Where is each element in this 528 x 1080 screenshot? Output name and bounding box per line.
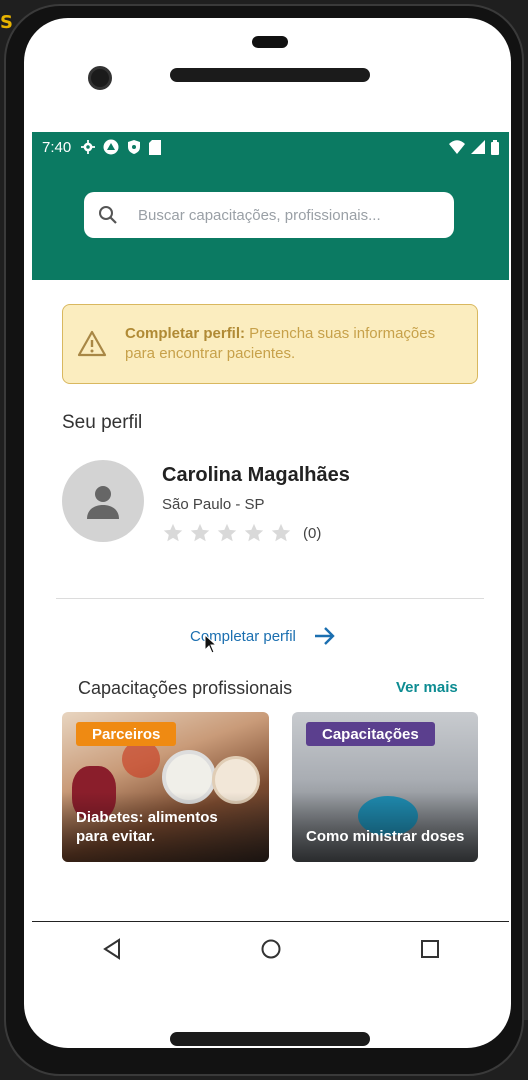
arrow-right-icon: [314, 627, 335, 645]
mouse-cursor-icon: [204, 634, 218, 654]
training-card[interactable]: Capacitações Como ministrar doses: [292, 712, 478, 862]
gear-icon: [81, 140, 96, 154]
card-tag: Capacitações: [306, 722, 435, 746]
search-icon: [99, 206, 117, 224]
app-header: [32, 162, 509, 280]
recents-button[interactable]: [410, 929, 450, 969]
avatar[interactable]: [62, 460, 144, 542]
recents-icon: [420, 940, 439, 958]
earpiece-speaker: [170, 68, 370, 82]
warning-bold-text: Completar perfil:: [125, 325, 246, 342]
home-icon: [261, 939, 280, 959]
card-tag: Parceiros: [76, 722, 177, 746]
see-more-link[interactable]: Ver mais: [396, 679, 458, 696]
search-input[interactable]: [138, 206, 438, 224]
profile-section-title: Seu perfil: [62, 412, 143, 433]
star-icon: [244, 523, 264, 542]
home-button[interactable]: [251, 929, 291, 969]
profile-location: São Paulo - SP: [162, 496, 265, 513]
android-navbar: [32, 922, 509, 976]
status-time: 7:40: [42, 138, 72, 156]
phone-frame: 7:40 Buscar capacitações, profissionais.…: [4, 4, 524, 1076]
front-camera: [88, 66, 112, 90]
training-card[interactable]: Parceiros Diabetes: alimentos para evita…: [62, 712, 269, 862]
android-icon: [103, 139, 119, 155]
search-bar[interactable]: [84, 192, 454, 238]
card-title: Como ministrar doses: [306, 828, 465, 845]
star-icon: [163, 523, 183, 542]
phone-bezel: 7:40 Buscar capacitações, profissionais.…: [24, 18, 511, 1048]
profile-name: Carolina Magalhães: [162, 464, 350, 486]
desktop-corner-glyph: S: [0, 12, 13, 33]
trainings-title: Capacitações profissionais: [78, 678, 293, 698]
divider: [56, 598, 484, 599]
star-icon: [217, 523, 237, 542]
rating: (0): [162, 522, 321, 544]
back-icon: [102, 938, 120, 960]
rating-count: (0): [303, 524, 322, 542]
shield-icon: [128, 140, 141, 154]
app-screen: 7:40 Buscar capacitações, profissionais.…: [32, 132, 509, 922]
phone-bottom-speaker: [170, 1032, 370, 1046]
card-title: Diabetes: alimentos para evitar.: [76, 809, 218, 845]
star-icon: [271, 523, 291, 542]
sim-card-icon: [149, 139, 162, 155]
status-bar: 7:40: [32, 132, 509, 162]
complete-profile-warning: Completar perfil: Preencha suas informaç…: [62, 304, 478, 384]
back-button[interactable]: [92, 929, 132, 969]
wifi-icon: [449, 140, 465, 154]
person-icon: [87, 486, 119, 519]
warning-message: Completar perfil: Preencha suas informaç…: [125, 324, 461, 364]
top-sensor: [252, 36, 288, 48]
star-icon: [190, 523, 210, 542]
warning-icon: [77, 330, 107, 357]
signal-icon: [471, 140, 485, 154]
battery-icon: [491, 139, 499, 155]
